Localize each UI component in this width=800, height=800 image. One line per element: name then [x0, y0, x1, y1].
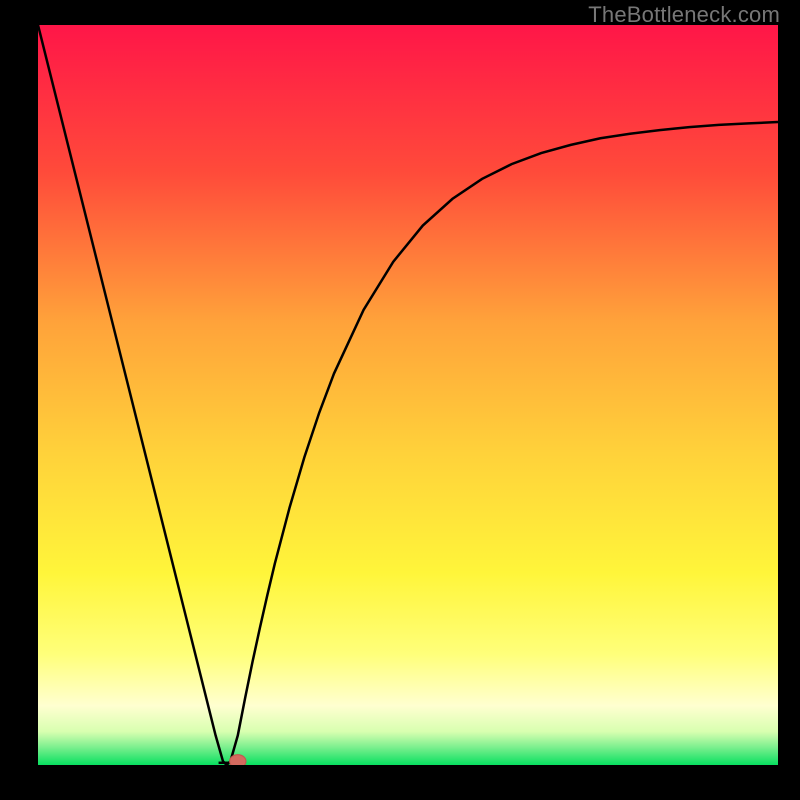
chart-frame: TheBottleneck.com: [0, 0, 800, 800]
optimal-point-marker: [230, 755, 246, 765]
plot-svg: [38, 25, 778, 765]
gradient-background: [38, 25, 778, 765]
plot-area: [38, 25, 778, 765]
